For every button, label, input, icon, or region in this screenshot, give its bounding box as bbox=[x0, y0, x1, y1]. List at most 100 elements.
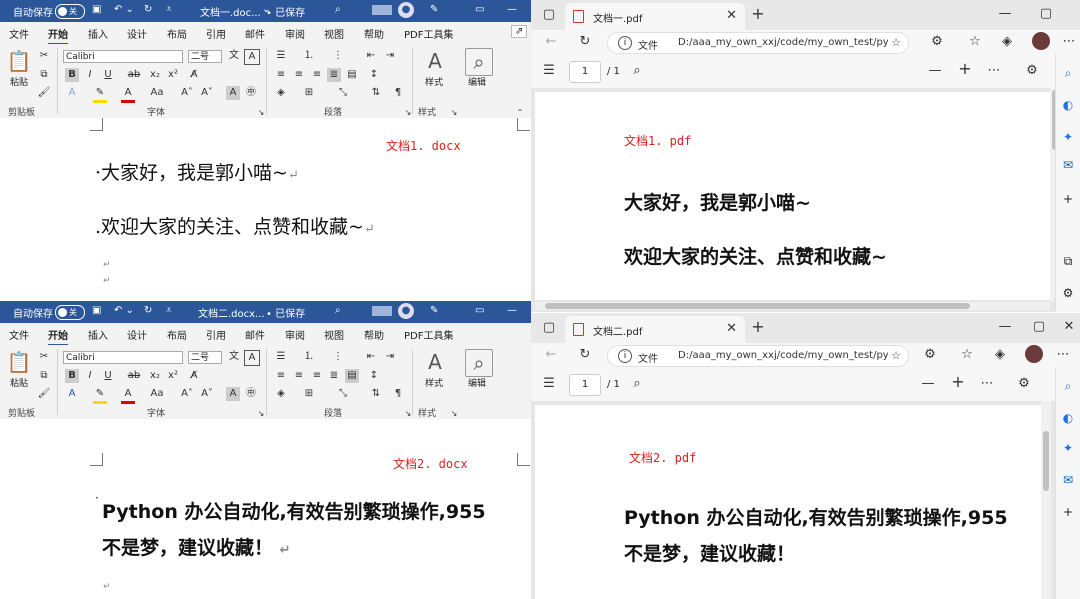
underline-icon[interactable]: U bbox=[101, 369, 115, 383]
align-left-icon[interactable]: ≡ bbox=[274, 68, 288, 82]
zoom-out-icon[interactable]: — bbox=[927, 63, 943, 79]
numbering-icon[interactable]: ⒈ bbox=[302, 49, 316, 63]
align-right-icon[interactable]: ≡ bbox=[310, 369, 324, 383]
menu-layout[interactable]: 布局 bbox=[167, 26, 187, 41]
menu-review[interactable]: 审阅 bbox=[285, 327, 305, 342]
menu-mailings[interactable]: 邮件 bbox=[245, 26, 265, 41]
highlight-icon[interactable]: ✎ bbox=[93, 387, 107, 404]
sort-icon[interactable]: ⇅ bbox=[369, 86, 383, 100]
zoom-in-icon[interactable]: + bbox=[950, 374, 966, 390]
line-spacing-icon[interactable]: ↕ bbox=[367, 68, 381, 82]
favorites-icon[interactable]: ☆ bbox=[959, 347, 975, 363]
pen-icon[interactable]: ✎ bbox=[430, 4, 438, 15]
document-line-1[interactable]: Python 办公自动化,有效告别繁琐操作,955 bbox=[102, 497, 486, 524]
extensions-icon[interactable]: ⚙ bbox=[922, 347, 938, 363]
highlight-icon[interactable]: ✎ bbox=[93, 86, 107, 103]
scrollbar-thumb[interactable] bbox=[545, 303, 970, 309]
menu-file[interactable]: 文件 bbox=[9, 327, 29, 342]
change-case-icon[interactable]: Aa bbox=[150, 387, 164, 401]
find-icon[interactable]: ⌕ bbox=[465, 48, 493, 76]
add-favorite-icon[interactable]: ☆ bbox=[888, 348, 904, 364]
subscript-icon[interactable]: x₂ bbox=[148, 68, 162, 82]
undo-icon[interactable]: ↶ ⌄ bbox=[114, 4, 134, 15]
sidebar-settings-icon[interactable]: ⚙ bbox=[1060, 286, 1076, 300]
profile-avatar[interactable] bbox=[1032, 32, 1050, 50]
borders-icon[interactable]: ⊞ bbox=[302, 387, 316, 401]
grow-font-icon[interactable]: A˄ bbox=[180, 387, 194, 401]
menu-help[interactable]: 帮助 bbox=[364, 26, 384, 41]
cut-icon[interactable]: ✂ bbox=[37, 49, 51, 63]
menu-layout[interactable]: 布局 bbox=[167, 327, 187, 342]
subscript-icon[interactable]: x₂ bbox=[148, 369, 162, 383]
page-number-input[interactable]: 1 bbox=[569, 374, 601, 396]
sort-icon[interactable]: ⇅ bbox=[369, 387, 383, 401]
zoom-out-icon[interactable]: — bbox=[920, 376, 936, 392]
borders-icon[interactable]: ⊞ bbox=[302, 86, 316, 100]
search-sidebar-icon[interactable]: ⌕ bbox=[1060, 379, 1076, 394]
info-icon[interactable]: i bbox=[618, 36, 632, 50]
page-number-input[interactable]: 1 bbox=[569, 61, 601, 83]
font-color-icon[interactable]: A bbox=[121, 86, 135, 103]
clear-format-icon[interactable]: A̸ bbox=[187, 68, 201, 82]
table-of-contents-icon[interactable]: ☰ bbox=[541, 63, 557, 79]
italic-icon[interactable]: I bbox=[83, 369, 97, 383]
maximize-icon[interactable]: ▢ bbox=[1038, 6, 1054, 22]
search-sidebar-icon[interactable]: ⌕ bbox=[1060, 66, 1076, 81]
decrease-indent-icon[interactable]: ⇤ bbox=[364, 49, 378, 63]
styles-icon[interactable]: A bbox=[422, 48, 448, 74]
strikethrough-icon[interactable]: ab bbox=[127, 369, 141, 383]
info-icon[interactable]: i bbox=[618, 349, 632, 363]
menu-view[interactable]: 视图 bbox=[324, 26, 344, 41]
paste-icon[interactable]: 📋 bbox=[6, 48, 32, 74]
autosave-toggle[interactable]: 关 bbox=[55, 305, 85, 320]
redo-icon[interactable]: ↻ bbox=[144, 305, 152, 316]
tab-active[interactable]: 文档二.pdf ✕ bbox=[565, 316, 745, 343]
minimize-icon[interactable]: — bbox=[997, 319, 1013, 335]
split-screen-icon[interactable]: ⧉ bbox=[1060, 254, 1076, 269]
menu-file[interactable]: 文件 bbox=[9, 26, 29, 41]
text-effects-icon[interactable]: A bbox=[65, 387, 79, 401]
menu-help[interactable]: 帮助 bbox=[364, 327, 384, 342]
minimize-icon[interactable]: — bbox=[997, 6, 1013, 22]
customize-qat-icon[interactable]: ⩡ bbox=[166, 305, 172, 316]
tab-actions-icon[interactable]: ▢ bbox=[541, 7, 557, 23]
new-tab-icon[interactable]: + bbox=[750, 319, 766, 335]
extensions-icon[interactable]: ⚙ bbox=[929, 34, 945, 50]
address-bar[interactable]: i 文件 D:/aaa_my_own_xxj/code/my_own_test/… bbox=[607, 32, 909, 54]
cut-icon[interactable]: ✂ bbox=[37, 350, 51, 364]
char-border-icon[interactable]: A bbox=[244, 350, 260, 366]
enclose-char-icon[interactable]: ㊥ bbox=[244, 86, 258, 100]
more-menu-icon[interactable]: ⋯ bbox=[1055, 347, 1071, 363]
format-painter-icon[interactable]: 🖌 bbox=[37, 387, 51, 401]
redo-icon[interactable]: ↻ bbox=[144, 4, 152, 15]
copy-icon[interactable]: ⧉ bbox=[37, 369, 51, 383]
add-sidebar-icon[interactable]: + bbox=[1060, 505, 1076, 519]
shrink-font-icon[interactable]: A˅ bbox=[200, 387, 214, 401]
more-options-icon[interactable]: ⋯ bbox=[986, 63, 1002, 79]
copilot-icon[interactable]: ◐ bbox=[1060, 411, 1076, 425]
add-sidebar-icon[interactable]: + bbox=[1060, 192, 1076, 206]
chinese-layout-icon[interactable]: ⤡ bbox=[336, 387, 350, 401]
favorites-icon[interactable]: ☆ bbox=[967, 34, 983, 50]
menu-references[interactable]: 引用 bbox=[206, 26, 226, 41]
ribbon-display-icon[interactable]: ▭ bbox=[475, 305, 484, 316]
font-color-icon[interactable]: A bbox=[121, 387, 135, 404]
bold-icon[interactable]: B bbox=[65, 369, 79, 383]
close-tab-icon[interactable]: ✕ bbox=[726, 8, 737, 23]
document-line-1[interactable]: ·大家好，我是郭小喵~↵ bbox=[95, 158, 299, 185]
outlook-icon[interactable]: ✉ bbox=[1060, 158, 1076, 172]
menu-review[interactable]: 审阅 bbox=[285, 26, 305, 41]
zoom-in-icon[interactable]: + bbox=[957, 61, 973, 77]
increase-indent-icon[interactable]: ⇥ bbox=[383, 350, 397, 364]
outlook-icon[interactable]: ✉ bbox=[1060, 473, 1076, 487]
save-icon[interactable]: ▣ bbox=[92, 4, 101, 15]
line-spacing-icon[interactable]: ↕ bbox=[367, 369, 381, 383]
italic-icon[interactable]: I bbox=[83, 68, 97, 82]
scrollbar-thumb[interactable] bbox=[1043, 431, 1049, 491]
distributed-icon[interactable]: ▤ bbox=[345, 68, 359, 82]
profile-avatar[interactable] bbox=[1025, 345, 1043, 363]
menu-references[interactable]: 引用 bbox=[206, 327, 226, 342]
align-right-icon[interactable]: ≡ bbox=[310, 68, 324, 82]
menu-pdf-tools[interactable]: PDF工具集 bbox=[404, 327, 453, 342]
undo-icon[interactable]: ↶ ⌄ bbox=[114, 305, 134, 316]
